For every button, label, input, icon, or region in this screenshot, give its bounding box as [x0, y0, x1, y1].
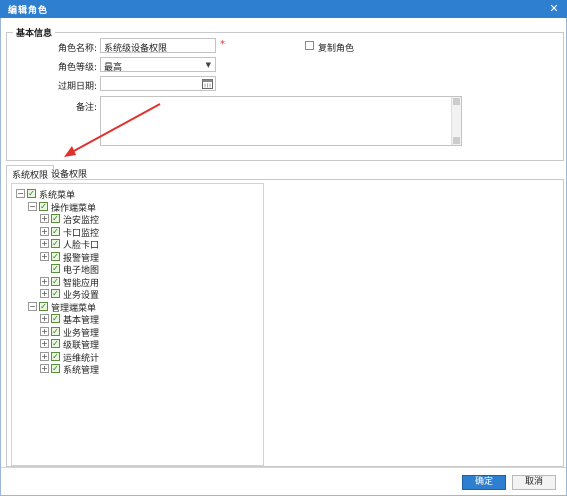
tree-node[interactable]: + ✓ 卡口监控 — [40, 226, 260, 239]
tree-node-label: 运维统计 — [63, 353, 100, 364]
tree-node[interactable]: + ✓ 基本管理 — [40, 313, 260, 326]
expand-icon[interactable]: + — [40, 351, 49, 361]
tree-node-label: 业务设置 — [63, 291, 100, 301]
cancel-button[interactable]: 取消 — [512, 475, 556, 490]
tree-node-checkbox[interactable]: ✓ — [51, 351, 60, 361]
tab-bar: 系统权限 设备权限 — [6, 165, 564, 181]
calendar-icon[interactable] — [202, 78, 213, 89]
tree-node[interactable]: + ✓ 报警管理 — [40, 251, 260, 264]
tree-node[interactable]: − ✓ 系统菜单 — [16, 188, 236, 201]
expand-icon[interactable]: + — [40, 276, 49, 286]
tree-node-checkbox[interactable]: ✓ — [51, 214, 60, 223]
tree-node-checkbox[interactable]: ✓ — [51, 326, 60, 336]
expand-icon[interactable]: + — [40, 339, 49, 348]
tree-node-checkbox[interactable]: ✓ — [51, 314, 60, 323]
role-level-select[interactable]: 最高 ▼ — [100, 57, 216, 72]
remark-label: 备注: — [75, 103, 97, 113]
tree-node[interactable]: + ✓ 运维统计 — [40, 351, 260, 364]
tree-node-label: 治安监控 — [63, 216, 100, 226]
required-mark: * — [220, 39, 225, 50]
collapse-icon[interactable]: − — [16, 189, 25, 198]
detail-area — [268, 183, 561, 466]
window-title: 编辑角色 — [8, 6, 49, 16]
tree-node[interactable]: + ✓ 业务设置 — [40, 288, 260, 301]
tree-node-label: 卡口监控 — [63, 228, 100, 239]
tree-node[interactable]: + ✓ 人脸卡口 — [40, 238, 260, 251]
tree-node-checkbox[interactable]: ✓ — [51, 364, 60, 373]
tree-node-checkbox[interactable]: ✓ — [27, 189, 36, 198]
tree-node-label: 操作端菜单 — [51, 203, 97, 214]
expand-icon[interactable]: + — [40, 326, 49, 336]
tree-node[interactable]: + ✓ 系统管理 — [40, 363, 260, 376]
role-level-label: 角色等级: — [57, 63, 97, 73]
tree-node-label: 智能应用 — [63, 278, 100, 289]
expand-icon[interactable]: + — [40, 239, 49, 248]
copy-role-label: 复制角色 — [318, 44, 355, 54]
close-icon[interactable]: ✕ — [547, 2, 561, 16]
remark-textarea[interactable] — [100, 96, 462, 146]
dialog-footer: 确定 取消 — [1, 467, 566, 495]
tree-node-label: 系统管理 — [63, 366, 100, 376]
scroll-up-icon[interactable] — [453, 98, 460, 105]
tab-panel: − ✓ 系统菜单 − ✓ 操作端菜单 + ✓ 治安监控 + ✓ 卡口监控 + ✓ 人脸卡口 + ✓ 报警管理 ✓ 电子… — [6, 180, 564, 467]
basic-info-legend: 基本信息 — [16, 29, 53, 39]
permission-tree: − ✓ 系统菜单 − ✓ 操作端菜单 + ✓ 治安监控 + ✓ 卡口监控 + ✓ 人脸卡口 + ✓ 报警管理 ✓ 电子… — [11, 183, 264, 466]
tree-node-label: 电子地图 — [63, 266, 100, 276]
collapse-icon[interactable]: − — [28, 201, 37, 211]
tree-node[interactable]: + ✓ 级联管理 — [40, 338, 260, 351]
role-level-value: 最高 — [104, 63, 123, 72]
tree-node-checkbox[interactable]: ✓ — [39, 301, 48, 311]
tree-node[interactable]: + ✓ 业务管理 — [40, 326, 260, 339]
tree-node[interactable]: − ✓ 操作端菜单 — [28, 201, 248, 214]
tree-node-checkbox[interactable]: ✓ — [51, 289, 60, 298]
scroll-down-icon[interactable] — [453, 137, 460, 144]
tree-node-label: 报警管理 — [63, 253, 100, 264]
tree-node[interactable]: + ✓ 智能应用 — [40, 276, 260, 289]
expand-icon[interactable]: + — [40, 289, 49, 298]
copy-role-checkbox[interactable] — [305, 41, 314, 50]
role-name-input[interactable]: 系统级设备权限 — [100, 38, 216, 53]
tree-node-label: 管理端菜单 — [51, 303, 97, 314]
remark-scrollbar[interactable] — [451, 97, 461, 145]
tree-node-label: 业务管理 — [63, 328, 100, 339]
role-name-label: 角色名称: — [57, 44, 97, 54]
collapse-icon[interactable]: − — [28, 301, 37, 311]
tree-node-checkbox[interactable]: ✓ — [51, 239, 60, 248]
tab-device-permission[interactable]: 设备权限 — [46, 165, 92, 180]
tree-node[interactable]: − ✓ 管理端菜单 — [28, 301, 248, 314]
expire-date-label: 过期日期: — [57, 82, 97, 92]
expand-icon[interactable]: + — [40, 214, 49, 223]
tree-node-checkbox[interactable]: ✓ — [51, 226, 60, 236]
expand-icon[interactable]: + — [40, 226, 49, 236]
chevron-down-icon: ▼ — [205, 61, 211, 69]
expire-date-input[interactable] — [100, 76, 216, 91]
tree-node-label: 系统菜单 — [39, 191, 76, 201]
expand-icon[interactable]: + — [40, 364, 49, 373]
tree-node[interactable]: ✓ 电子地图 — [40, 263, 260, 276]
ok-button[interactable]: 确定 — [462, 475, 506, 490]
tree-node-label: 级联管理 — [63, 341, 100, 351]
tree-node-checkbox[interactable]: ✓ — [51, 276, 60, 286]
tree-node-checkbox[interactable]: ✓ — [51, 264, 60, 273]
expand-icon[interactable]: + — [40, 314, 49, 323]
tree-node[interactable]: + ✓ 治安监控 — [40, 213, 260, 226]
tree-node-checkbox[interactable]: ✓ — [39, 201, 48, 211]
tree-node-checkbox[interactable]: ✓ — [51, 339, 60, 348]
tree-node-checkbox[interactable]: ✓ — [51, 251, 60, 261]
expand-icon[interactable]: + — [40, 251, 49, 261]
edit-role-dialog: 基本信息 角色名称: 系统级设备权限 * 复制角色 角色等级: 最高 ▼ 过期日… — [0, 18, 567, 496]
tree-node-label: 人脸卡口 — [63, 241, 100, 251]
title-bar: 编辑角色 ✕ — [0, 0, 567, 18]
tree-node-label: 基本管理 — [63, 316, 100, 326]
